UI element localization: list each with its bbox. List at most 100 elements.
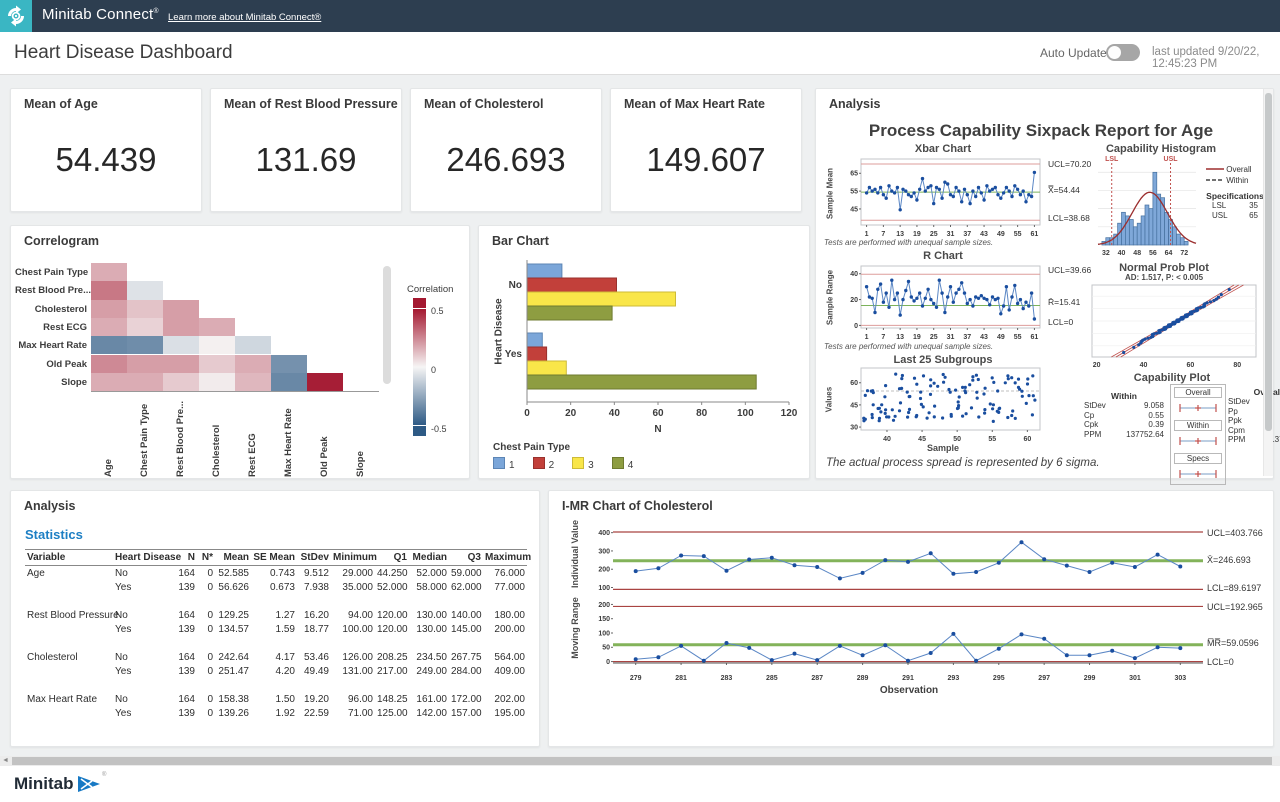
svg-text:301: 301 xyxy=(1129,675,1141,681)
correlogram-cell[interactable] xyxy=(199,336,235,354)
horizontal-scrollbar[interactable]: ◄ xyxy=(0,756,1280,766)
svg-text:100: 100 xyxy=(598,585,610,592)
correlogram-cell[interactable] xyxy=(127,373,163,391)
svg-text:291: 291 xyxy=(902,675,914,681)
normal-prob-plot-subtitle: AD: 1.517, P: < 0.005 xyxy=(1076,273,1252,282)
toggle-knob xyxy=(1108,46,1121,59)
correlogram-cell[interactable] xyxy=(163,373,199,391)
svg-text:293: 293 xyxy=(948,675,960,681)
correlogram-row-label: Max Heart Rate xyxy=(15,340,87,351)
svg-text:55: 55 xyxy=(1014,231,1022,237)
correlogram-cell[interactable] xyxy=(163,318,199,336)
svg-text:45: 45 xyxy=(850,206,858,213)
mr-lcl-label: LCL=0 xyxy=(1207,657,1234,667)
card-title: Analysis xyxy=(24,499,75,513)
correlogram-row-label: Rest Blood Pre... xyxy=(15,285,87,296)
correlogram-cell[interactable] xyxy=(127,336,163,354)
correlogram-cell[interactable] xyxy=(91,263,127,281)
page-footer: Minitab ® xyxy=(0,766,1280,802)
legend-item: 1 xyxy=(493,460,515,471)
xbar-ucl-label: UCL=70.20 xyxy=(1048,159,1091,169)
correlogram-cell[interactable] xyxy=(91,300,127,318)
svg-text:297: 297 xyxy=(1038,675,1050,681)
svg-text:37: 37 xyxy=(963,231,971,237)
imr-xlabel: Observation xyxy=(609,685,1209,696)
correlogram-cell[interactable] xyxy=(199,355,235,373)
correlogram-cell[interactable] xyxy=(91,355,127,373)
capability-plot-boxes: OverallWithinSpecs xyxy=(1170,384,1226,485)
svg-text:37: 37 xyxy=(963,334,971,340)
xbar-lcl-label: LCL=38.68 xyxy=(1048,213,1090,223)
r-chart-title: R Chart xyxy=(843,250,1043,262)
correlogram-cell[interactable] xyxy=(163,300,199,318)
r-chart: 0204017131925313743495561 xyxy=(843,262,1043,345)
top-navbar: Minitab Connect® Learn more about Minita… xyxy=(0,0,1280,32)
correlogram-row-label: Chest Pain Type xyxy=(15,267,87,278)
svg-text:120: 120 xyxy=(781,408,798,419)
correlogram-cell[interactable] xyxy=(91,336,127,354)
sixpack-footer-note: The actual process spread is represented… xyxy=(826,457,1100,469)
horizontal-scrollbar-thumb[interactable] xyxy=(12,757,1272,765)
correlogram-col-label: Chest Pain Type xyxy=(139,397,150,477)
correlogram-col-label: Slope xyxy=(355,397,366,477)
correlogram-cell[interactable] xyxy=(199,373,235,391)
moving-range-chart: 0501001502002792812832852872892912932952… xyxy=(579,597,1209,686)
correlogram-cell[interactable] xyxy=(91,373,127,391)
correlogram-col-label: Rest Blood Pre... xyxy=(175,397,186,477)
correlogram-cell[interactable] xyxy=(91,318,127,336)
sync-gear-icon xyxy=(3,3,29,29)
kpi-label: Mean of Age xyxy=(24,97,98,111)
svg-text:55: 55 xyxy=(1014,334,1022,340)
correlogram-cell[interactable] xyxy=(307,373,343,391)
minitab-connect-logo xyxy=(0,0,32,32)
correlogram-row-label: Old Peak xyxy=(15,359,87,370)
svg-text:50: 50 xyxy=(602,645,610,652)
svg-text:40: 40 xyxy=(1140,362,1148,369)
bar-chart-legend: 1234 xyxy=(493,457,651,471)
kpi-card-mean-rest-bp: Mean of Rest Blood Pressure 131.69 xyxy=(210,88,402,212)
correlogram-cell[interactable] xyxy=(199,318,235,336)
correlogram-cell[interactable] xyxy=(163,336,199,354)
correlogram-card: Correlogram Chest Pain TypeRest Blood Pr… xyxy=(10,225,470,479)
individual-value-chart: 100200300400 xyxy=(579,523,1209,600)
correlogram-cell[interactable] xyxy=(271,373,307,391)
correlogram-cell[interactable] xyxy=(235,373,271,391)
table-row: CholesterolNo1640242.644.1753.46126.0020… xyxy=(25,650,527,664)
correlogram-cell[interactable] xyxy=(91,281,127,299)
svg-text:N: N xyxy=(654,424,661,435)
correlogram-cell[interactable] xyxy=(235,355,271,373)
imr-chart-card: I-MR Chart of Cholesterol Individual Val… xyxy=(548,490,1274,747)
learn-more-link[interactable]: Learn more about Minitab Connect® xyxy=(168,12,321,23)
xbar-chart-title: Xbar Chart xyxy=(843,143,1043,155)
scroll-left-arrow-icon[interactable]: ◄ xyxy=(0,756,11,766)
correlogram-scrollbar[interactable] xyxy=(383,266,391,384)
correlogram-cell[interactable] xyxy=(127,355,163,373)
svg-text:50: 50 xyxy=(953,436,961,442)
svg-text:295: 295 xyxy=(993,675,1005,681)
brand-title: Minitab Connect® xyxy=(42,6,159,23)
statistics-table: VariableHeart DiseaseNN*MeanSE MeanStDev… xyxy=(25,549,527,734)
correlogram-cell[interactable] xyxy=(235,336,271,354)
process-capability-sixpack: Process Capability Sixpack Report for Ag… xyxy=(818,113,1264,475)
svg-text:45: 45 xyxy=(850,402,858,409)
footer-brand: Minitab xyxy=(14,774,74,794)
table-row: Max Heart RateNo1640158.381.5019.2096.00… xyxy=(25,692,527,706)
correlogram-cell[interactable] xyxy=(163,355,199,373)
analysis-card-scrollbar-track[interactable] xyxy=(1263,89,1273,476)
correlogram-cell[interactable] xyxy=(271,355,307,373)
bar-chart-plot: NoYes020406080100120N xyxy=(489,256,801,443)
svg-text:283: 283 xyxy=(721,675,733,681)
svg-text:7: 7 xyxy=(881,334,885,340)
correlogram-cell[interactable] xyxy=(127,300,163,318)
correlogram-legend-bar xyxy=(413,298,426,436)
correlogram-cell[interactable] xyxy=(127,281,163,299)
auto-update-toggle[interactable] xyxy=(1106,44,1140,61)
svg-text:45: 45 xyxy=(918,436,926,442)
svg-text:49: 49 xyxy=(997,334,1005,340)
svg-text:303: 303 xyxy=(1174,675,1186,681)
table-row: Yes1390139.261.9222.5971.00125.00142.001… xyxy=(25,706,527,720)
correlogram-cell[interactable] xyxy=(127,318,163,336)
correlogram-row-label: Slope xyxy=(15,377,87,388)
analysis-card-scrollbar-thumb[interactable] xyxy=(1265,93,1272,431)
kpi-value: 246.693 xyxy=(411,141,601,179)
